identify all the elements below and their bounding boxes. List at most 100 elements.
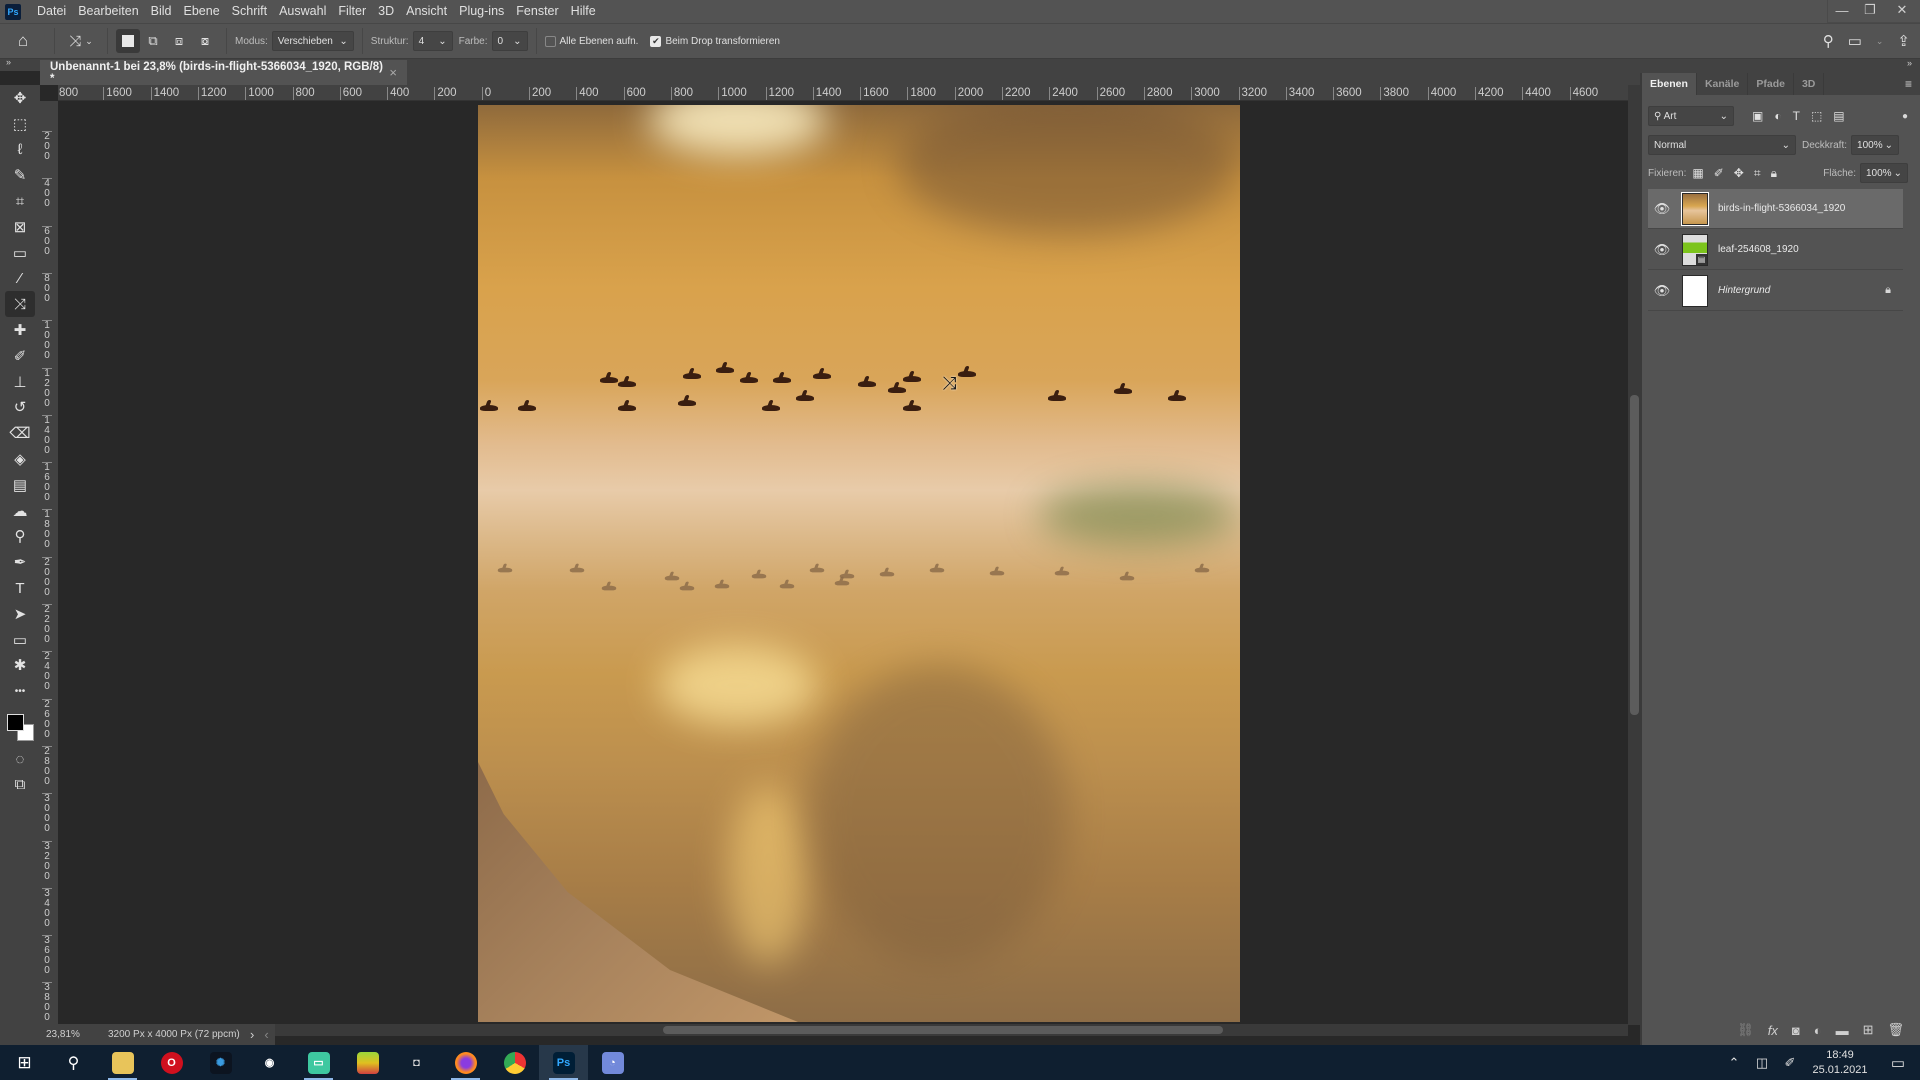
menu-bearbeiten[interactable]: Bearbeiten — [72, 0, 144, 23]
tab-pfade[interactable]: Pfade — [1748, 73, 1794, 95]
modus-dropdown[interactable]: Verschieben ⌄ — [271, 31, 354, 51]
close-window-button[interactable]: ✕ — [1884, 0, 1920, 20]
taskbar-gamebar[interactable]: ◘ — [392, 1045, 441, 1080]
link-layers-icon[interactable]: ⛓ — [1737, 1022, 1754, 1038]
visibility-eye-icon[interactable]: 👁︎ — [1648, 283, 1676, 299]
menu-auswahl[interactable]: Auswahl — [273, 0, 332, 23]
tab-kanaele[interactable]: Kanäle — [1697, 73, 1749, 95]
struktur-dropdown[interactable]: 4 ⌄ — [412, 31, 453, 51]
status-next-icon[interactable]: › — [250, 1027, 254, 1042]
farbe-dropdown[interactable]: 0 ⌄ — [491, 31, 528, 51]
panel-menu-icon[interactable]: ≡ — [1905, 73, 1920, 95]
status-prev-icon[interactable]: ‹ — [264, 1027, 268, 1042]
taskbar-chrome[interactable] — [490, 1045, 539, 1080]
horizontal-ruler[interactable]: 800 1600 1400 1200 1000 800 600 400 200 0 200 400 60… — [58, 85, 1628, 101]
share-icon[interactable]: ⇪ — [1897, 32, 1910, 50]
selection-add-button[interactable]: ⧉ — [140, 29, 166, 53]
brush-tool[interactable]: ✐ — [5, 343, 35, 369]
foreground-color[interactable] — [7, 714, 24, 732]
layer-filter-dropdown[interactable]: ⚲ Art ⌄ — [1648, 106, 1734, 126]
gradient-tool[interactable]: ▤ — [5, 472, 35, 498]
pixel-filter-icon[interactable]: ▣ — [1752, 109, 1763, 123]
taskbar-battlenet[interactable]: ✺ — [196, 1045, 245, 1080]
menu-filter[interactable]: Filter — [332, 0, 372, 23]
adjustment-layer-icon[interactable]: ◐ — [1814, 1023, 1822, 1038]
taskbar-firefox[interactable] — [441, 1045, 490, 1080]
blur-tool[interactable]: ☁ — [5, 498, 35, 524]
type-tool[interactable]: T — [5, 575, 35, 601]
layer-row[interactable]: 👁︎ birds-in-flight-5366034_1920 — [1648, 189, 1903, 229]
expand-toolbar-icon[interactable]: » — [6, 57, 11, 67]
taskbar-photoshop[interactable]: Ps — [539, 1045, 588, 1080]
notifications-icon[interactable]: ▭ — [1876, 1054, 1920, 1072]
document-tab[interactable]: Unbenannt-1 bei 23,8% (birds-in-flight-5… — [40, 60, 407, 85]
pen-workspace-icon[interactable]: ✐ — [1776, 1055, 1804, 1071]
visibility-eye-icon[interactable]: 👁︎ — [1648, 201, 1676, 217]
eyedropper-tool[interactable]: ⁄ — [5, 266, 35, 292]
vertical-ruler[interactable]: 2 0 0 4 0 0 6 0 0 8 0 0 1 0 0 0 1 2 0 0 1 4 0 … — [40, 101, 58, 1025]
fill-input[interactable]: 100% ⌄ — [1860, 163, 1908, 183]
menu-plugins[interactable]: Plug-ins — [453, 0, 510, 23]
opacity-input[interactable]: 100% ⌄ — [1851, 135, 1900, 155]
selection-new-button[interactable] — [116, 29, 140, 53]
menu-ansicht[interactable]: Ansicht — [400, 0, 453, 23]
tab-3d[interactable]: 3D — [1794, 73, 1825, 95]
workspace-icon[interactable]: ▭ — [1848, 32, 1862, 50]
type-filter-icon[interactable]: T — [1793, 109, 1800, 123]
vertical-scroll-thumb[interactable] — [1630, 395, 1639, 715]
smart-object-filter-icon[interactable]: ▤ — [1833, 109, 1844, 123]
quick-mask-button[interactable]: ◌ — [5, 746, 35, 772]
minimize-button[interactable]: — — [1828, 0, 1856, 20]
beim-drop-checkbox[interactable]: ✔ — [650, 35, 662, 47]
custom-shape-tool[interactable]: ✱ — [5, 653, 35, 679]
adjustment-filter-icon[interactable]: ◐ — [1774, 109, 1781, 123]
selection-subtract-button[interactable]: ⧈ — [166, 29, 192, 53]
taskbar-bot[interactable]: ▭ — [294, 1045, 343, 1080]
selection-intersect-button[interactable]: ⧇ — [192, 29, 218, 53]
quick-selection-tool[interactable]: ✎ — [5, 162, 35, 188]
lock-image-icon[interactable]: ✐ — [1714, 166, 1724, 181]
dodge-tool[interactable]: ⚲ — [5, 524, 35, 550]
lock-all-icon[interactable]: 🔒︎ — [1771, 166, 1777, 181]
lock-position-icon[interactable]: ✥ — [1734, 166, 1744, 181]
search-icon[interactable]: ⚲ — [1823, 32, 1834, 50]
taskbar-explorer[interactable] — [98, 1045, 147, 1080]
menu-ebene[interactable]: Ebene — [178, 0, 226, 23]
history-brush-tool[interactable]: ↺ — [5, 395, 35, 421]
filter-toggle[interactable]: ● — [1902, 111, 1908, 122]
blend-mode-dropdown[interactable]: Normal ⌄ — [1648, 135, 1796, 155]
clock[interactable]: 18:49 25.01.2021 — [1804, 1048, 1876, 1078]
taskbar-start[interactable]: ⊞ — [0, 1045, 49, 1080]
menu-fenster[interactable]: Fenster — [510, 0, 564, 23]
lock-transparent-icon[interactable]: ▦ — [1692, 166, 1703, 181]
delete-layer-icon[interactable]: 🗑︎ — [1887, 1022, 1904, 1038]
taskbar-discord[interactable]: ◔ — [588, 1045, 637, 1080]
content-aware-move-tool[interactable]: ⤨ — [5, 291, 35, 318]
restore-button[interactable]: ❐ — [1856, 0, 1884, 20]
chevron-down-icon[interactable]: ⌄ — [1876, 36, 1884, 47]
collapse-panel-icon[interactable]: » — [1907, 58, 1912, 68]
fx-icon[interactable]: fx — [1768, 1023, 1778, 1038]
visibility-eye-icon[interactable]: 👁︎ — [1648, 242, 1676, 258]
tab-ebenen[interactable]: Ebenen — [1642, 73, 1697, 95]
taskbar-bluestacks[interactable] — [343, 1045, 392, 1080]
document-canvas[interactable] — [478, 105, 1240, 1022]
alle-ebenen-checkbox[interactable] — [544, 35, 556, 47]
eraser-tool[interactable]: ⌫ — [5, 420, 35, 446]
menu-bild[interactable]: Bild — [145, 0, 178, 23]
rectangle-tool[interactable]: ▭ — [5, 627, 35, 653]
meet-now-icon[interactable]: ◫ — [1748, 1055, 1776, 1071]
ruler-tool[interactable]: ▭ — [5, 240, 35, 266]
clone-stamp-tool[interactable]: ⊥ — [5, 369, 35, 395]
lock-icon[interactable]: 🔒︎ — [1885, 284, 1891, 297]
shape-filter-icon[interactable]: ⬚ — [1811, 109, 1822, 123]
menu-3d[interactable]: 3D — [372, 0, 400, 23]
pen-tool[interactable]: ✒ — [5, 549, 35, 575]
healing-brush-tool[interactable]: ✚ — [5, 317, 35, 343]
home-button[interactable]: ⌂ — [0, 29, 46, 53]
path-selection-tool[interactable]: ➤ — [5, 601, 35, 627]
frame-tool[interactable]: ⊠ — [5, 214, 35, 240]
lock-artboard-icon[interactable]: ⌗ — [1754, 166, 1761, 181]
move-tool[interactable]: ✥ — [5, 85, 35, 111]
menu-datei[interactable]: Datei — [31, 0, 72, 23]
